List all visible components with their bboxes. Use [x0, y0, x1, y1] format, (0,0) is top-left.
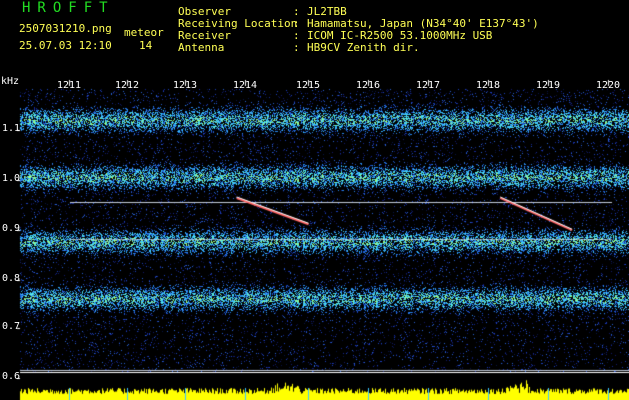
x-tick-label: 1212: [115, 80, 140, 91]
field-label-antenna: Antenna: [178, 41, 225, 54]
field-sep-antenna: :: [293, 41, 300, 54]
file-name: 2507031210.png: [19, 22, 112, 35]
field-value-antenna: HB9CV Zenith dir.: [307, 41, 420, 54]
y-axis-unit: kHz: [1, 76, 20, 87]
meteor-label: meteor: [124, 26, 164, 39]
spectrogram-canvas: [0, 77, 629, 400]
date-time: 25.07.03 12:10: [19, 39, 112, 52]
y-tick-label: 1.1: [2, 123, 21, 134]
y-tick-label: 0.9: [2, 223, 21, 234]
x-tick-label: 1214: [233, 80, 258, 91]
app-brand: HROFFT: [22, 0, 115, 16]
hrofft-window: HROFFT 2507031210.png 25.07.03 12:10 met…: [0, 0, 629, 400]
y-tick-label: 0.8: [2, 273, 21, 284]
x-tick-label: 1215: [296, 80, 321, 91]
y-tick-label: 0.7: [2, 321, 21, 332]
y-tick-label: 1.0: [2, 173, 21, 184]
x-tick-label: 1213: [173, 80, 198, 91]
x-tick-label: 1219: [536, 80, 561, 91]
x-tick-label: 1216: [356, 80, 381, 91]
x-tick-label: 1217: [416, 80, 441, 91]
meteor-count: 14: [139, 39, 153, 52]
x-tick-label: 1211: [57, 80, 82, 91]
y-tick-label: 0.6: [2, 371, 21, 382]
x-tick-label: 1218: [476, 80, 501, 91]
x-tick-label: 1220: [596, 80, 621, 91]
